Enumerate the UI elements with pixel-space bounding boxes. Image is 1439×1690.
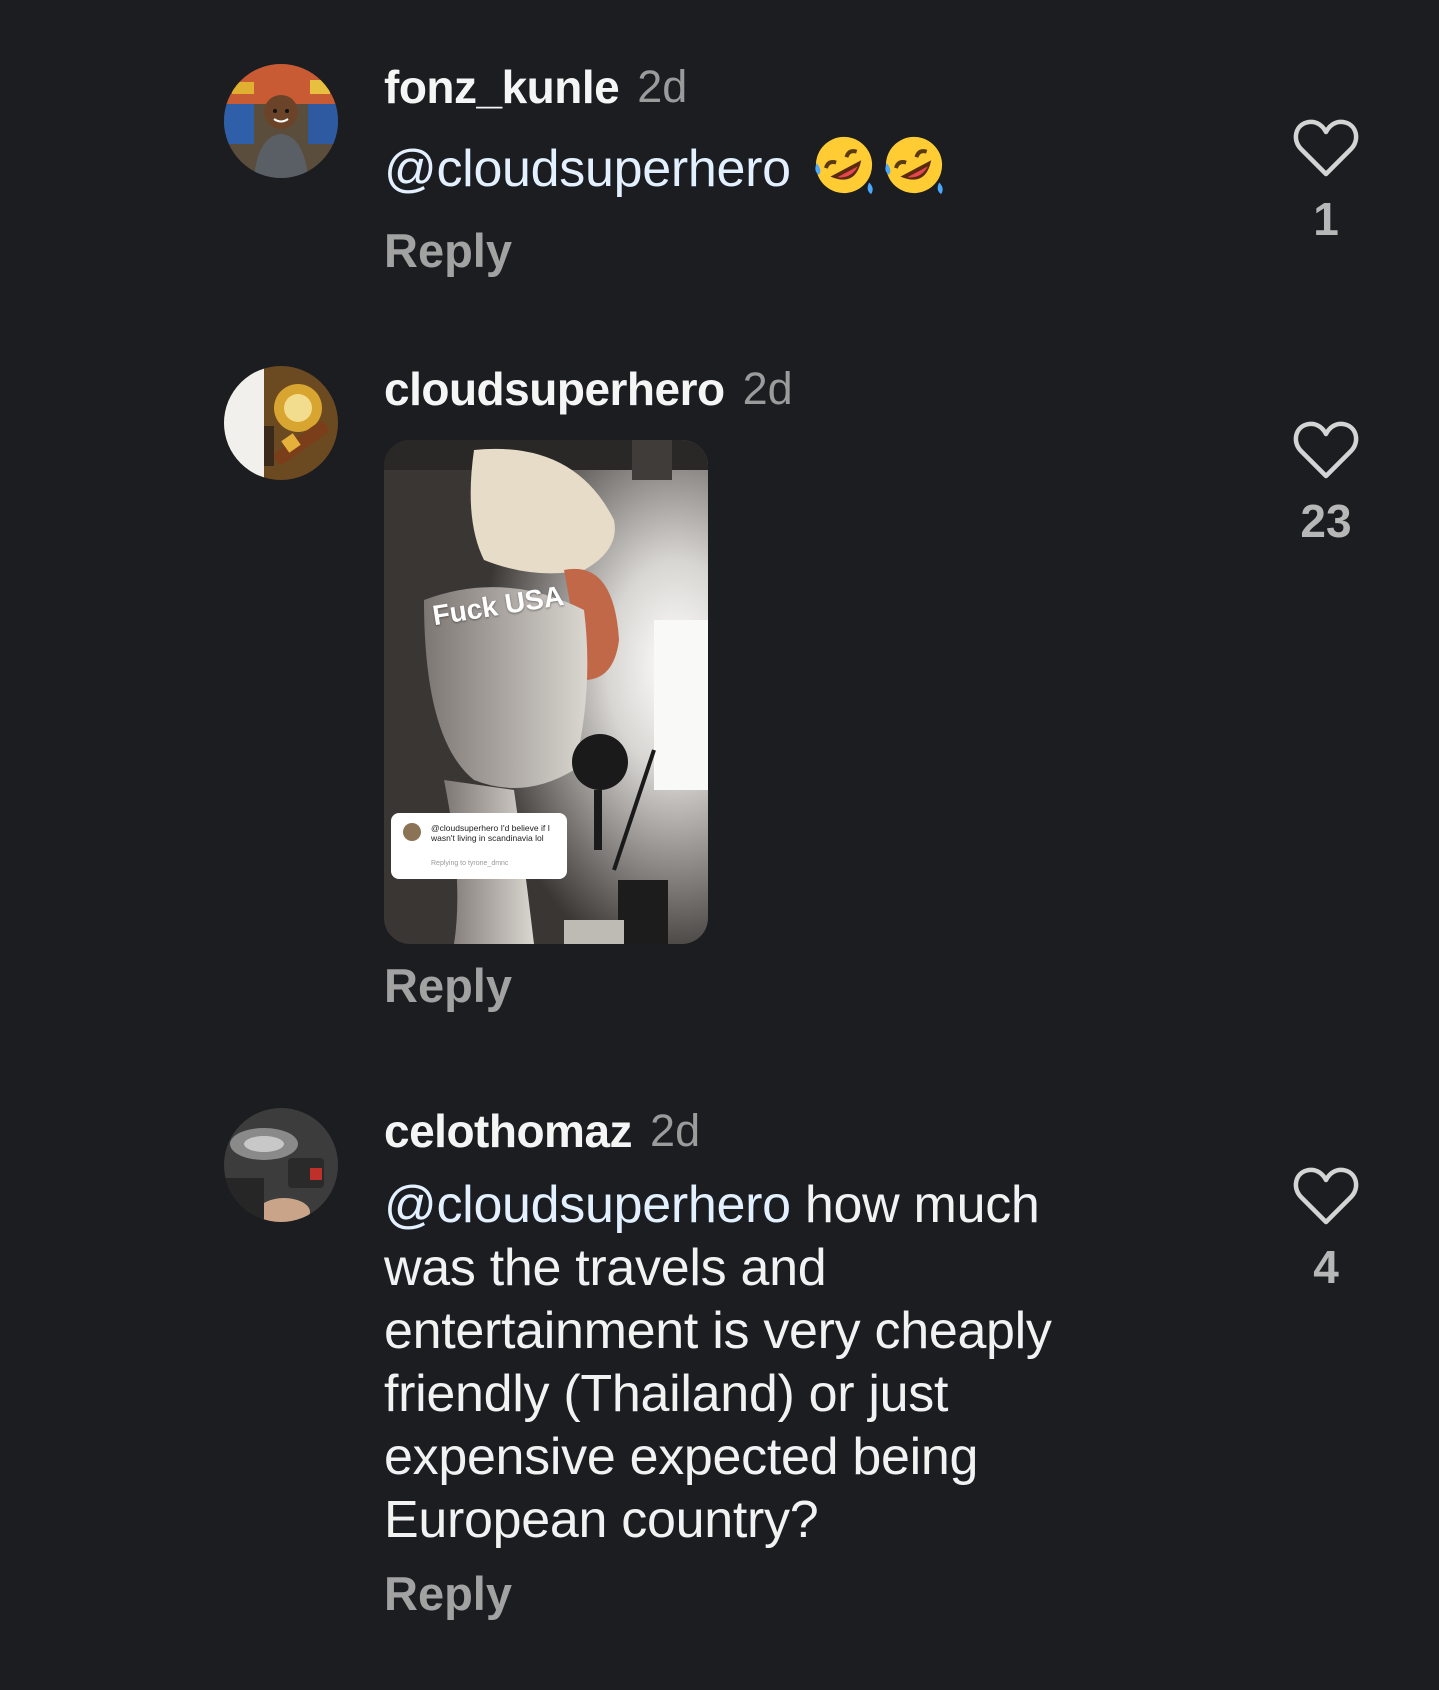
username[interactable]: fonz_kunle — [384, 60, 620, 114]
drink-avatar-photo — [224, 366, 338, 480]
like-control: 23 — [1276, 420, 1376, 548]
mini-avatar — [403, 823, 421, 841]
like-control: 4 — [1276, 1166, 1376, 1294]
reply-card-text: @cloudsuperhero I'd believe if I wasn't … — [431, 823, 550, 843]
comment-header: cloudsuperhero 2d — [384, 358, 1184, 420]
comment-line: how much — [790, 1176, 1040, 1234]
like-count: 1 — [1313, 193, 1339, 245]
heart-icon[interactable] — [1293, 1166, 1359, 1226]
comment-text: @cloudsuperhero — [384, 134, 1184, 201]
timestamp: 2d — [637, 61, 688, 112]
video-thumbnail[interactable]: Fuck USA @cloudsuperhero I'd believe if … — [384, 440, 708, 944]
username[interactable]: cloudsuperhero — [384, 362, 725, 416]
timestamp: 2d — [650, 1105, 701, 1156]
mention-link[interactable]: @cloudsuperhero — [384, 140, 791, 198]
rolling-on-floor-laughing-emoji — [815, 136, 873, 195]
boy-avatar-photo — [224, 64, 338, 178]
timestamp: 2d — [742, 363, 793, 414]
like-count: 4 — [1313, 1241, 1339, 1293]
username[interactable]: celothomaz — [384, 1104, 633, 1158]
comment-header: fonz_kunle 2d — [384, 56, 1184, 118]
comment-text: @cloudsuperhero how much was the travels… — [384, 1174, 1184, 1552]
reply-button[interactable]: Reply — [384, 223, 1184, 278]
rolling-on-floor-laughing-emoji — [885, 136, 943, 195]
comment-line: expensive expected being — [384, 1428, 979, 1486]
comment-line: entertainment is very cheaply — [384, 1302, 1052, 1360]
comment-line: was the travels and — [384, 1239, 827, 1297]
avatar[interactable] — [224, 64, 338, 178]
comment-header: celothomaz 2d — [384, 1100, 1184, 1162]
avatar[interactable] — [224, 366, 338, 480]
heart-icon[interactable] — [1293, 420, 1359, 480]
like-control: 1 — [1276, 118, 1376, 246]
mention-link[interactable]: @cloudsuperhero — [384, 1176, 791, 1234]
like-count: 23 — [1300, 495, 1352, 547]
comment-line: European country? — [384, 1491, 819, 1549]
reply-button[interactable]: Reply — [384, 1566, 1184, 1621]
comment-line: friendly (Thailand) or just — [384, 1365, 949, 1423]
heart-icon[interactable] — [1293, 118, 1359, 178]
reply-card: @cloudsuperhero I'd believe if I wasn't … — [391, 813, 567, 879]
avatar[interactable] — [224, 1108, 338, 1222]
reply-button[interactable]: Reply — [384, 958, 1184, 1013]
reply-card-subtext: Replying to tyrone_dmnc — [431, 860, 509, 867]
car-interior-avatar-photo — [224, 1108, 338, 1222]
